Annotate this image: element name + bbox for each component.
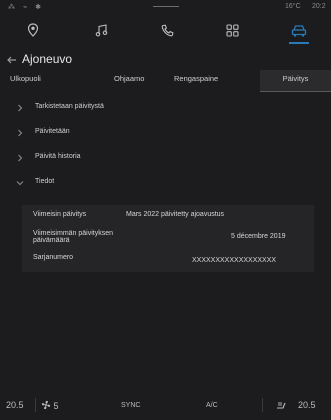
latest-update-date-label-line2: päivämäärä (33, 237, 70, 244)
list-item-updating[interactable]: Päivitetään (0, 121, 331, 145)
active-nav-indicator (289, 42, 309, 44)
tab-exterior[interactable]: Ulkopuoli (10, 70, 50, 92)
list-item-label: Päivitä historia (35, 153, 81, 160)
back-arrow-icon[interactable] (6, 54, 18, 66)
climate-bar: 20.5 5 SYNC A/C 20.5 (0, 392, 331, 420)
tab-cabin[interactable]: Ohjaamo (114, 70, 154, 92)
latest-update-label: Viimeisin päivitys (33, 211, 87, 218)
list-item-label: Tarkistetaan päivitystä (35, 103, 104, 110)
chevron-right-icon (18, 154, 23, 162)
chevron-right-icon (18, 104, 23, 112)
nav-apps[interactable] (212, 14, 252, 46)
list-item-checking-update[interactable]: Tarkistetaan päivitystä (0, 96, 331, 120)
tab-label: Ohjaamo (114, 74, 145, 83)
apps-grid-icon (225, 23, 239, 37)
nav-navigation[interactable] (13, 14, 53, 46)
tab-label: Rengaspaine (174, 74, 219, 83)
sync-button[interactable]: SYNC (121, 402, 140, 409)
latest-update-date-value: 5 décembre 2019 (231, 233, 286, 240)
active-tab-indicator (260, 91, 331, 92)
tab-label: Ulkopuoli (10, 74, 41, 83)
tab-update[interactable]: Päivitys (260, 70, 331, 92)
outside-temperature: 16°C (285, 3, 301, 10)
tab-label: Päivitys (282, 74, 309, 83)
seat-heat-button[interactable] (276, 400, 288, 412)
music-icon (95, 23, 107, 36)
right-temperature[interactable]: 20.5 (298, 400, 316, 410)
info-details-panel: Viimeisin päivitys Mars 2022 päivitetty … (22, 205, 314, 272)
seat-heat-icon (277, 402, 286, 409)
status-handle (153, 6, 179, 7)
latest-update-value: Mars 2022 päivitetty ajoavustus (126, 211, 225, 218)
nav-phone[interactable] (147, 14, 187, 46)
serial-number-value: XXXXXXXXXXXXXXXXXX (192, 257, 277, 264)
car-icon (291, 24, 307, 36)
nav-vehicle[interactable] (279, 14, 319, 46)
tab-tire-pressure[interactable]: Rengaspaine (174, 70, 234, 92)
list-item-update-history[interactable]: Päivitä historia (0, 146, 331, 170)
fan-speed: 5 (53, 401, 59, 411)
title-bar: Ajoneuvo (0, 50, 331, 70)
clock: 20:2 (312, 3, 326, 10)
list-item-label: Tiedot (35, 178, 55, 185)
left-temperature[interactable]: 20.5 (6, 400, 24, 410)
fan-control[interactable]: 5 (41, 400, 59, 411)
nav-media[interactable] (81, 14, 121, 46)
main-nav-bar (0, 14, 331, 50)
serial-number-label: Sarjanumero (33, 254, 74, 261)
phone-icon (161, 24, 173, 36)
divider (262, 398, 263, 412)
page-title: Ajoneuvo (22, 52, 73, 66)
list-item-label: Päivitetään (35, 128, 70, 135)
location-pin-icon (27, 23, 39, 37)
status-bar: ⁂ ⌁ ✱ 16°C 20:2 (0, 0, 331, 14)
divider (35, 398, 36, 412)
chevron-right-icon (18, 129, 23, 137)
fan-icon (41, 400, 51, 410)
chevron-down-icon (16, 181, 24, 186)
status-icons: ⁂ ⌁ ✱ (8, 4, 44, 11)
list-item-info[interactable]: Tiedot (0, 171, 331, 195)
tab-bar: Ulkopuoli Ohjaamo Rengaspaine Päivitys (0, 70, 331, 92)
ac-button[interactable]: A/C (206, 402, 218, 409)
